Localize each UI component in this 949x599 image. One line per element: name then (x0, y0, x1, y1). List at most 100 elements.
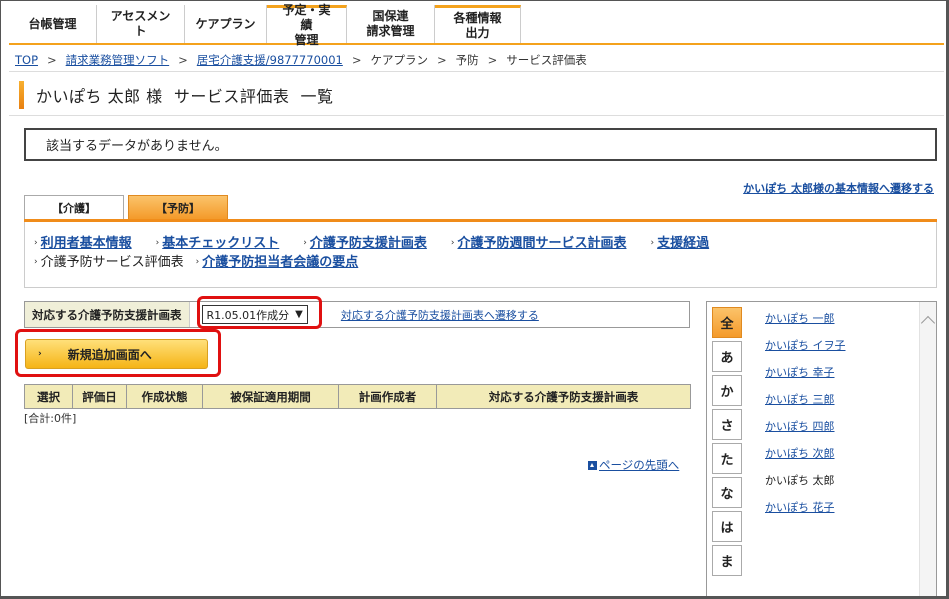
subnav-link[interactable]: 基本チェックリスト (162, 234, 279, 253)
subnav-service-eval: › 介護予防サービス評価表 (34, 253, 184, 272)
result-table: 選択 評価日 作成状態 被保証適用期間 計画作成者 対応する介護予防支援計画表 (24, 384, 691, 409)
scrollbar[interactable] (919, 302, 936, 596)
list-item: かいぽち 次郎 (765, 445, 846, 472)
title-accent-bar (19, 81, 24, 109)
table-header-row: 選択 評価日 作成状態 被保証適用期間 計画作成者 対応する介護予防支援計画表 (24, 384, 691, 409)
kana-button-ka[interactable]: か (712, 375, 742, 406)
sub-nav: › 利用者基本情報 › 基本チェックリスト › 介護予防支援計画表 › 介護予防週間サー… (24, 222, 937, 288)
chevron-right-icon: › (195, 257, 200, 267)
column-header: 対応する介護予防支援計画表 (436, 384, 691, 409)
nav-output[interactable]: 各種情報 出力 (435, 5, 521, 43)
kana-button-ha[interactable]: は (712, 511, 742, 542)
app-frame: 台帳管理 アセスメント ケアプラン 予定・実績 管理 国保連 請求管理 各種情報 出力… (0, 0, 949, 599)
column-header: 作成状態 (126, 384, 203, 409)
list-item: かいぽち 三郎 (765, 391, 846, 418)
nav-label: ケアプラン (195, 16, 256, 31)
user-link[interactable]: かいぽち 三郎 (765, 393, 835, 406)
arrow-up-icon (588, 460, 597, 470)
nav-label: 各種情報 (453, 10, 502, 25)
top-nav: 台帳管理 アセスメント ケアプラン 予定・実績 管理 国保連 請求管理 各種情報 出力 (9, 3, 944, 47)
tab-care[interactable]: 【介護】 (24, 195, 124, 219)
user-link[interactable]: かいぽち 四郎 (765, 420, 835, 433)
list-item: かいぽち 花子 (765, 499, 846, 526)
breadcrumb-prevention: 予防 (455, 53, 479, 67)
subnav-checklist[interactable]: › 基本チェックリスト (156, 234, 280, 253)
plan-selector-label: 対応する介護予防支援計画表 (25, 302, 190, 327)
column-header: 被保証適用期間 (202, 384, 339, 409)
divider (9, 115, 944, 116)
kana-button-all[interactable]: 全 (712, 307, 742, 338)
subnav-link[interactable]: 介護予防支援計画表 (310, 234, 427, 253)
column-header: 選択 (24, 384, 73, 409)
add-new-button[interactable]: › 新規追加画面へ (25, 339, 208, 369)
list-item: かいぽち イヲ子 (765, 337, 846, 364)
nav-careplan[interactable]: ケアプラン (185, 5, 267, 43)
kana-button-a[interactable]: あ (712, 341, 742, 372)
breadcrumb-office[interactable]: 居宅介護支援/9877770001 (197, 53, 343, 67)
list-item: かいぽち 太郎 (765, 472, 846, 499)
kana-button-ma[interactable]: ま (712, 545, 742, 576)
plan-selector-row: 対応する介護予防支援計画表 R1.05.01作成分 ▼ 対応する介護予防支援計画表… (24, 301, 690, 328)
nav-label-line2: 請求管理 (366, 24, 415, 38)
chevron-right-icon: › (155, 238, 160, 248)
page-title: かいぽち 太郎 様 サービス評価表 一覧 (19, 81, 334, 109)
breadcrumb-separator: > (47, 53, 57, 67)
list-item: かいぽち 幸子 (765, 364, 846, 391)
kana-button-na[interactable]: な (712, 477, 742, 508)
user-link[interactable]: かいぽち 幸子 (765, 366, 835, 379)
breadcrumb: TOP > 請求業務管理ソフト > 居宅介護支援/9877770001 > ケアプラン > 予防… (15, 52, 587, 68)
chevron-right-icon: › (34, 257, 38, 267)
message-box: 該当するデータがありません。 (24, 128, 937, 161)
subnav-link[interactable]: 支援経過 (657, 234, 709, 253)
nav-label: 台帳管理 (28, 16, 77, 31)
kana-button-ta[interactable]: た (712, 443, 742, 474)
basic-info-link[interactable]: かいぽち 太郎様の基本情報へ遷移する (743, 180, 934, 196)
divider (9, 71, 944, 72)
page-title-text: かいぽち 太郎 様 サービス評価表 一覧 (36, 87, 334, 106)
user-list: かいぽち 一郎 かいぽち イヲ子 かいぽち 幸子 かいぽち 三郎 かいぽち 四郎… (765, 310, 846, 526)
plan-link[interactable]: 対応する介護予防支援計画表へ遷移する (341, 307, 539, 323)
kana-button-sa[interactable]: さ (712, 409, 742, 440)
user-link[interactable]: かいぽち 花子 (765, 501, 835, 514)
user-link[interactable]: かいぽち イヲ子 (765, 339, 846, 352)
subnav-support-record[interactable]: › 支援経過 (651, 234, 710, 253)
breadcrumb-separator: > (178, 53, 188, 67)
tab-prevention[interactable]: 【予防】 (128, 195, 228, 219)
subnav-link[interactable]: 介護予防週間サービス計画表 (457, 234, 626, 253)
chevron-right-icon: › (38, 349, 42, 359)
chevron-up-icon[interactable] (920, 315, 936, 331)
nav-schedule[interactable]: 予定・実績 管理 (267, 3, 347, 47)
subnav-current: 介護予防サービス評価表 (40, 255, 184, 270)
nav-label: 国保連 (372, 9, 409, 23)
highlight-box (197, 296, 322, 329)
breadcrumb-separator: > (487, 53, 498, 67)
column-header: 評価日 (72, 384, 127, 409)
subnav-meeting[interactable]: › 介護予防担当者会議の要点 (196, 253, 359, 272)
subnav-link[interactable]: 利用者基本情報 (41, 234, 132, 253)
subnav-weekly-plan[interactable]: › 介護予防週間サービス計画表 (451, 234, 627, 253)
user-list-panel: 全 あ か さ た な は ま かいぽち 一郎 かいぽち イヲ子 かいぽち 幸子… (706, 301, 937, 596)
breadcrumb-separator: > (351, 53, 362, 67)
breadcrumb-separator: > (436, 53, 447, 67)
chevron-right-icon: › (450, 238, 455, 248)
breadcrumb-top[interactable]: TOP (15, 53, 38, 67)
subnav-link[interactable]: 介護予防担当者会議の要点 (202, 253, 358, 272)
nav-label: アセスメント (110, 9, 171, 38)
breadcrumb-software[interactable]: 請求業務管理ソフト (66, 53, 170, 67)
nav-assessment[interactable]: アセスメント (97, 5, 185, 43)
nav-label: 予定・実績 (282, 3, 331, 32)
subnav-support-plan[interactable]: › 介護予防支援計画表 (303, 234, 427, 253)
subnav-user-info[interactable]: › 利用者基本情報 (34, 234, 132, 253)
page-top-label[interactable]: ページの先頭へ (599, 457, 679, 473)
page-top-link[interactable]: ページの先頭へ (588, 457, 679, 473)
list-item: かいぽち 一郎 (765, 310, 846, 337)
breadcrumb-careplan: ケアプラン (370, 53, 428, 67)
user-current: かいぽち 太郎 (765, 474, 835, 487)
total-count: [合計:0件] (24, 412, 77, 425)
nav-ledger[interactable]: 台帳管理 (9, 5, 97, 43)
user-link[interactable]: かいぽち 次郎 (765, 447, 835, 460)
message-text: 該当するデータがありません。 (46, 139, 228, 154)
chevron-right-icon: › (303, 238, 307, 248)
user-link[interactable]: かいぽち 一郎 (765, 312, 835, 325)
nav-kokuhoren[interactable]: 国保連 請求管理 (347, 5, 435, 43)
